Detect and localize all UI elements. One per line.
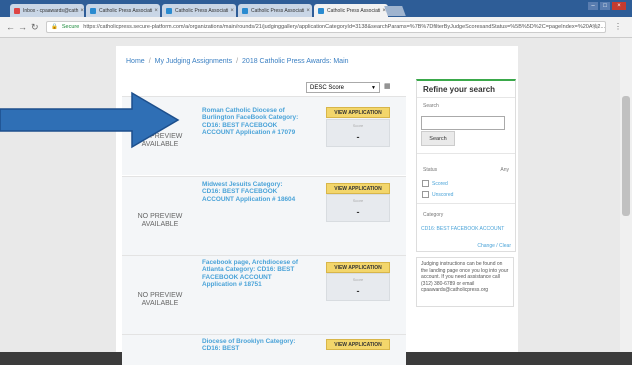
score-value: - [356,207,360,217]
divider [417,153,515,154]
refine-search-panel: Refine your search Search Search Status … [416,79,516,252]
view-application-button[interactable]: VIEW APPLICATION [326,262,390,273]
divider [417,97,515,98]
lock-icon: 🔒 [51,24,58,30]
sort-select[interactable]: DESC Score ▼ [306,82,380,93]
breadcrumb-assignments[interactable]: My Judging Assignments [155,58,232,65]
site-icon [242,7,248,14]
view-application-button[interactable]: VIEW APPLICATION [326,339,390,350]
breadcrumb-home[interactable]: Home [126,58,145,65]
score-label: Score [352,123,364,128]
site-icon [318,7,324,14]
title-bar: Inbox - cpaawards@cath × Catholic Press … [0,0,632,17]
change-clear-link[interactable]: Change / Clear [477,243,511,249]
breadcrumb-separator: / [236,57,239,65]
window-controls: – □ × [588,2,626,10]
application-card: NO PREVIEW AVAILABLE Midwest Jesuits Cat… [122,176,406,255]
secure-label: Secure [61,24,80,30]
search-input[interactable] [421,116,505,130]
browser-toolbar: ← → ↻ 🔒 Secure https://catholicpress.sec… [0,17,632,38]
application-title[interactable]: Midwest Jesuits Category: CD16: BEST FAC… [202,181,302,203]
url-text: https://catholicpress.secure-platform.co… [83,24,606,30]
status-label: Status [423,167,438,173]
view-application-button[interactable]: VIEW APPLICATION [326,107,390,118]
bookmark-star-icon[interactable]: ☆ [592,22,599,31]
menu-dots-icon[interactable]: ⋮ [614,22,622,31]
no-preview-label: NO PREVIEW AVAILABLE [137,292,183,307]
judging-instructions: Judging instructions can be found on the… [416,257,514,307]
no-preview-label: NO PREVIEW AVAILABLE [137,213,183,228]
application-card: Diocese of Brooklyn Category: CD16: BEST… [122,334,406,365]
scrollbar-thumb[interactable] [622,96,630,216]
page-scrollbar[interactable] [620,38,632,352]
new-tab-button[interactable] [384,6,406,16]
close-icon[interactable]: × [228,8,234,14]
forward-icon[interactable]: → [18,22,27,32]
arrow-annotation-icon [0,91,180,149]
sort-selected: DESC Score [310,84,345,91]
application-title[interactable]: Diocese of Brooklyn Category: CD16: BEST [202,338,302,353]
status-any[interactable]: Any [500,167,509,173]
view-application-button[interactable]: VIEW APPLICATION [326,183,390,194]
site-icon [166,7,172,14]
refine-search-title: Refine your search [423,85,496,94]
tab-cpa-2[interactable]: Catholic Press Associati × [162,4,236,17]
search-button[interactable]: Search [421,131,455,146]
score-value: - [356,286,360,296]
reload-icon[interactable]: ↻ [31,22,39,33]
checkbox-icon[interactable] [422,180,429,187]
breadcrumb-round[interactable]: 2018 Catholic Press Awards: Main [242,58,348,65]
grid-view-icon[interactable]: ▦ [384,82,391,90]
status-unscored-label: Unscored [432,191,454,198]
tab-inbox[interactable]: Inbox - cpaawards@cath × [10,4,84,17]
close-icon[interactable]: × [78,8,84,14]
application-card: NO PREVIEW AVAILABLE Facebook page, Arch… [122,255,406,334]
maximize-icon[interactable]: □ [600,2,610,10]
tab-label: Catholic Press Associati [251,7,305,14]
score-value: - [356,132,360,142]
tab-cpa-1[interactable]: Catholic Press Associati × [86,4,160,17]
score-box: Score - [326,119,390,147]
tab-label: Catholic Press Associati [327,7,381,14]
score-box: Score - [326,194,390,222]
application-title[interactable]: Facebook page, Archdiocese of Atlanta Ca… [202,259,302,289]
checkbox-icon[interactable] [422,191,429,198]
application-title[interactable]: Roman Catholic Diocese of Burlington Fac… [202,107,302,137]
gmail-icon [14,7,20,14]
tab-cpa-active[interactable]: Catholic Press Associati × [314,4,388,17]
status-unscored-checkbox[interactable]: Unscored [422,191,453,198]
minimize-icon[interactable]: – [588,2,598,10]
close-icon[interactable]: × [304,8,310,14]
site-icon [90,7,96,14]
status-scored-checkbox[interactable]: Scored [422,180,448,187]
score-box: Score - [326,273,390,301]
close-window-icon[interactable]: × [612,2,626,10]
score-label: Score [352,198,364,203]
tab-label: Catholic Press Associati [175,7,229,14]
breadcrumb-separator: / [148,57,151,65]
divider [417,203,515,204]
category-value[interactable]: CD16: BEST FACEBOOK ACCOUNT [421,226,509,233]
tab-label: Inbox - cpaawards@cath [23,7,79,14]
tab-label: Catholic Press Associati [99,7,153,14]
category-label: Category [423,212,444,218]
chevron-down-icon: ▼ [371,84,376,91]
close-icon[interactable]: × [152,8,158,14]
breadcrumb: Home / My Judging Assignments / 2018 Cat… [126,52,518,70]
back-icon[interactable]: ← [6,22,15,32]
tab-cpa-3[interactable]: Catholic Press Associati × [238,4,312,17]
search-label: Search [423,103,439,109]
status-scored-label: Scored [432,180,448,187]
address-bar[interactable]: 🔒 Secure https://catholicpress.secure-pl… [46,21,606,33]
score-label: Score [352,277,364,282]
